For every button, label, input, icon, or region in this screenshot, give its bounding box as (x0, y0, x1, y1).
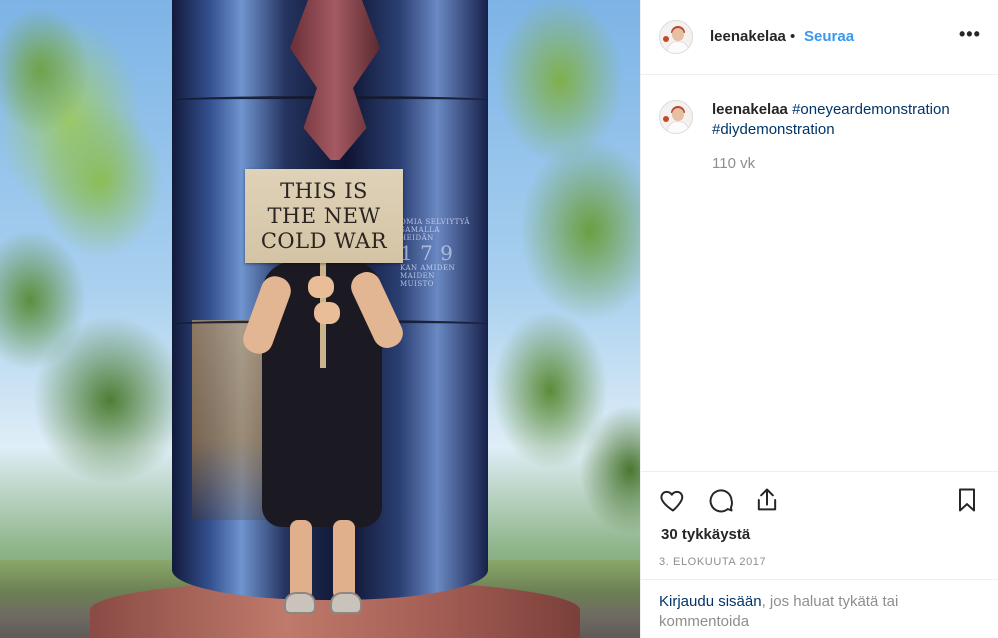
heart-icon[interactable] (659, 486, 687, 514)
person-hand (308, 276, 334, 298)
sign-line: THE NEW (267, 203, 381, 228)
person-hand (314, 302, 340, 324)
hashtag-link[interactable]: #oneyeardemonstration (792, 101, 950, 118)
header-username[interactable]: leenakelaa (710, 28, 786, 45)
sandal-right (330, 592, 362, 614)
sign-line: COLD WAR (260, 228, 388, 253)
more-options-icon[interactable]: ••• (959, 24, 981, 45)
login-prompt: Kirjaudu sisään, jos haluat tykätä tai k… (641, 579, 998, 638)
post-header: leenakelaa • Seuraa ••• (641, 0, 998, 75)
post-side-panel: leenakelaa • Seuraa ••• leenakelaa #oney… (640, 0, 998, 638)
person-leg-right (333, 520, 355, 600)
sandal-left (284, 592, 316, 614)
avatar[interactable] (659, 20, 693, 54)
post-date[interactable]: 3. ELOKUUTA 2017 (659, 556, 766, 568)
follow-button[interactable]: Seuraa (804, 28, 854, 45)
header-separator: • (790, 28, 796, 45)
caption-username[interactable]: leenakelaa (712, 101, 788, 118)
caption-time-ago[interactable]: 110 vk (712, 155, 755, 172)
caption-avatar[interactable] (659, 100, 693, 134)
hashtag-link[interactable]: #diydemonstration (712, 121, 835, 138)
person-leg-left (290, 520, 312, 600)
action-bar (641, 471, 998, 531)
bookmark-icon[interactable] (953, 486, 981, 514)
post-photo[interactable]: OMIA SELVIYTYÄ SAMALLA HEIDÄN 1 7 9 KAN … (0, 0, 640, 638)
like-count[interactable]: 30 tykkäystä (661, 526, 750, 543)
comment-icon[interactable] (707, 486, 735, 514)
login-link[interactable]: Kirjaudu sisään (659, 593, 762, 610)
post-caption: leenakelaa #oneyeardemonstration #diydem… (712, 100, 982, 140)
column-engraving: OMIA SELVIYTYÄ SAMALLA HEIDÄN 1 7 9 KAN … (400, 218, 470, 288)
protest-sign: THIS IS THE NEW COLD WAR (245, 169, 403, 263)
sign-line: THIS IS (280, 178, 368, 203)
share-icon[interactable] (753, 486, 781, 514)
